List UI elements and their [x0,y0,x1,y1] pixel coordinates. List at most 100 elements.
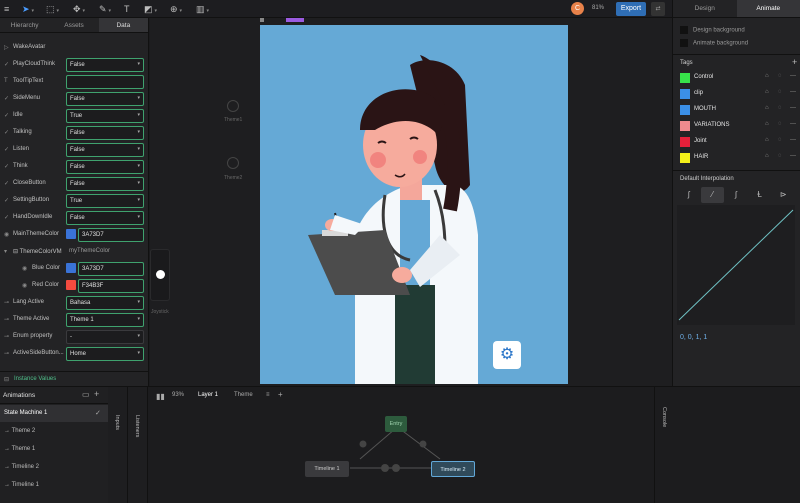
linear-interp-icon[interactable]: ⁄ [700,187,725,203]
lock-icon[interactable]: ⌂ [765,121,769,127]
tab-theme[interactable]: Theme [234,392,253,398]
joystick-handle[interactable] [156,270,165,279]
step-interp-icon[interactable]: ⊳ [771,187,795,203]
gear-icon[interactable]: ⚙ [493,341,521,369]
property-select[interactable]: False ▾ [66,126,144,140]
tab-layer-1[interactable]: Layer 1 [198,392,218,398]
add-tag-icon[interactable]: + [792,57,797,67]
tag-row[interactable]: VARIATIONS ⌂ ◌ — [680,120,796,132]
menu-icon[interactable]: ≡ [4,3,9,15]
color-swatch[interactable] [66,263,76,273]
tag-row[interactable]: Control ⌂ ◌ — [680,72,796,84]
animation-item[interactable]: → Theme 2 [0,423,108,440]
text-tool-icon[interactable]: T [124,3,130,15]
timeline-2-node[interactable]: Timeline 2 [431,461,475,477]
animation-item[interactable]: → Timeline 2 [0,459,108,476]
visibility-icon[interactable]: ◌ [778,121,782,127]
tag-row[interactable]: HAIR ⌂ ◌ — [680,152,796,164]
color-swatch[interactable] [66,229,76,239]
animate-background-toggle[interactable]: Animate background [680,39,748,47]
property-select[interactable]: Bahasa ▾ [66,296,144,310]
tab-data[interactable]: Data [98,18,148,32]
tag-color-swatch[interactable] [680,153,690,163]
pause-icon[interactable]: ▮▮ [156,392,165,401]
property-select[interactable]: False ▾ [66,177,144,191]
tag-color-swatch[interactable] [680,121,690,131]
zoom-level[interactable]: 81% [592,5,604,11]
hold-interp-icon[interactable]: ʃ [677,187,701,203]
expand-icon[interactable]: ▾ [4,248,7,255]
color-hex-input[interactable]: F34B3F [78,279,144,293]
tab-animate[interactable]: Animate [736,0,800,17]
visibility-icon[interactable]: ◌ [778,73,782,79]
lock-icon[interactable]: ⌂ [765,153,769,159]
color-swatch[interactable] [66,280,76,290]
lock-icon[interactable]: ⌂ [765,89,769,95]
design-background-toggle[interactable]: Design background [680,26,745,34]
remove-icon[interactable]: — [790,89,796,95]
tag-color-swatch[interactable] [680,89,690,99]
color-hex-input[interactable]: 3A73D7 [78,228,144,242]
visibility-icon[interactable]: ◌ [778,105,782,111]
folder-icon[interactable]: ▭ [82,390,90,399]
property-row[interactable]: ▷ WakeAvatar [0,40,149,56]
layers-menu-icon[interactable]: ≡ [266,392,270,398]
visibility-icon[interactable]: ◌ [778,153,782,159]
property-select[interactable]: Home ▾ [66,347,144,361]
visibility-icon[interactable]: ◌ [778,137,782,143]
tag-row[interactable]: clip ⌂ ◌ — [680,88,796,100]
remove-icon[interactable]: — [790,153,796,159]
add-layer-icon[interactable]: + [278,390,283,399]
lock-icon[interactable]: ⌂ [765,73,769,79]
inputs-tab[interactable]: Inputs [108,387,128,503]
frame-tool-icon[interactable]: ⬚ ▾ [46,3,59,15]
tab-design[interactable]: Design [673,0,737,17]
graph-zoom[interactable]: 93% [172,392,184,398]
tab-assets[interactable]: Assets [49,18,98,32]
interpolation-curve[interactable] [677,205,795,325]
layout-tool-icon[interactable]: ▥ ▾ [196,3,209,15]
remove-icon[interactable]: — [790,73,796,79]
property-text-input[interactable] [66,75,144,89]
entry-node[interactable]: Entry [385,416,407,432]
artboard-handle[interactable] [260,18,264,22]
export-button[interactable]: Export [616,2,646,16]
property-select[interactable]: True ▾ [66,109,144,123]
console-tab[interactable]: Console [654,387,672,503]
avatar[interactable]: C [571,2,584,15]
tag-row[interactable]: MOUTH ⌂ ◌ — [680,104,796,116]
property-select[interactable]: False ▾ [66,211,144,225]
remove-icon[interactable]: — [790,105,796,111]
tab-hierarchy[interactable]: Hierarchy [0,18,49,32]
property-select[interactable]: - ▾ [66,330,144,344]
theme1-node-icon[interactable] [227,100,239,112]
property-select[interactable]: False ▾ [66,58,144,72]
listeners-tab[interactable]: Listeners [128,387,148,503]
theme2-node-icon[interactable] [227,157,239,169]
property-select[interactable]: Theme 1 ▾ [66,313,144,327]
property-select[interactable]: False ▾ [66,160,144,174]
animation-item[interactable]: State Machine 1 ✓ [0,405,108,422]
events-tool-icon[interactable]: ⊕ ▾ [170,3,182,15]
cubic-interp-icon[interactable]: ∫ [724,187,748,203]
tag-color-swatch[interactable] [680,105,690,115]
joystick[interactable] [150,249,170,301]
tag-row[interactable]: Joint ⌂ ◌ — [680,136,796,148]
remove-icon[interactable]: — [790,137,796,143]
artboard[interactable]: ⚙ [260,25,568,384]
color-hex-input[interactable]: 3A73D7 [78,262,144,276]
bone-tool-icon[interactable]: ✥ ▾ [73,3,85,15]
elastic-interp-icon[interactable]: Ɫ [748,187,772,203]
tag-color-swatch[interactable] [680,137,690,147]
animation-item[interactable]: → Timeline 1 [0,477,108,494]
remove-icon[interactable]: — [790,121,796,127]
viewmodel-row[interactable]: ▾ ⊟ ThemeColorVM myThemeColor [0,244,149,260]
timeline-1-node[interactable]: Timeline 1 [305,461,349,477]
share-icon[interactable]: ⇄ [651,2,665,16]
lock-icon[interactable]: ⌂ [765,105,769,111]
tag-color-swatch[interactable] [680,73,690,83]
shapes-tool-icon[interactable]: ◩ ▾ [144,3,157,15]
select-tool-icon[interactable]: ➤ ▾ [22,3,34,15]
property-select[interactable]: False ▾ [66,92,144,106]
instance-values-section[interactable]: ⊟ Instance Values [0,371,149,386]
